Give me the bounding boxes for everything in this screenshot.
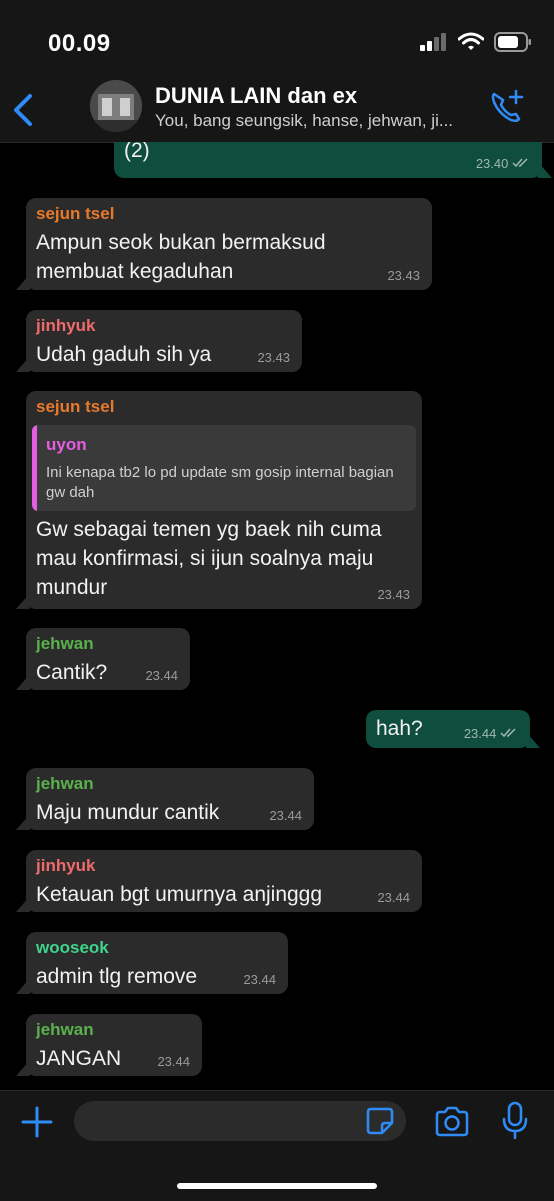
message-incoming[interactable]: jinhyuk Udah gaduh sih ya 23.43 [16, 310, 302, 372]
message-sender: jehwan [36, 774, 94, 793]
message-sender: sejun tsel [36, 204, 115, 223]
message-text: Cantik? [36, 661, 108, 684]
message-incoming[interactable]: jehwan Cantik? 23.44 [16, 628, 190, 690]
bubble-tail [16, 814, 30, 830]
message-incoming[interactable]: jehwan JANGAN 23.44 [16, 1014, 202, 1076]
message-text: Udah gaduh sih ya [36, 343, 212, 366]
back-chevron-icon[interactable] [10, 90, 38, 130]
bubble-tail [16, 674, 30, 690]
plus-icon[interactable] [20, 1105, 54, 1139]
quote-sender: uyon [46, 435, 87, 454]
message-incoming[interactable]: jehwan Maju mundur cantik 23.44 [16, 768, 314, 830]
signal-icon [420, 33, 446, 51]
message-text: JANGAN [36, 1047, 122, 1070]
group-members[interactable]: You, bang seungsik, hanse, jehwan, ji... [155, 111, 480, 131]
message-time: 23.40 [476, 156, 530, 171]
group-photo-icon [90, 80, 142, 132]
message-outgoing[interactable]: (2) 23.40 [114, 142, 552, 178]
quote-bar [32, 425, 37, 511]
bubble-tail [538, 162, 552, 178]
bubble-tail [526, 732, 540, 748]
message-time: 23.43 [257, 350, 290, 365]
message-text: (2) [124, 142, 150, 162]
message-sender: jehwan [36, 1020, 94, 1039]
microphone-icon[interactable] [500, 1101, 530, 1141]
read-checks-icon [512, 158, 528, 168]
group-title[interactable]: DUNIA LAIN dan ex [155, 83, 357, 109]
message-list[interactable]: (2) 23.40 sejun tsel Ampun seok bukan be… [0, 142, 554, 1090]
message-text: hah? [376, 717, 423, 740]
quoted-message[interactable]: uyon Ini kenapa tb2 lo pd update sm gosi… [32, 425, 416, 511]
compose-bar [0, 1090, 554, 1201]
message-sender: jinhyuk [36, 316, 96, 335]
home-indicator [177, 1183, 377, 1189]
message-incoming[interactable]: wooseok admin tlg remove 23.44 [16, 932, 288, 994]
message-text: Ketauan bgt umurnya anjinggg [36, 883, 323, 906]
camera-icon[interactable] [434, 1105, 470, 1139]
message-time: 23.44 [377, 890, 410, 905]
message-text: Ampun seok bukan bermaksud membuat kegad… [36, 231, 326, 283]
bubble-tail [16, 1060, 30, 1076]
message-sender: sejun tsel [36, 397, 115, 416]
status-icons [420, 32, 532, 52]
bubble-tail [16, 978, 30, 994]
message-time: 23.44 [464, 726, 518, 741]
message-text: Gw sebagai temen yg baek nih cuma mau ko… [36, 518, 382, 599]
bubble-tail [16, 593, 30, 609]
sticker-icon[interactable] [366, 1107, 394, 1135]
message-outgoing[interactable]: hah? 23.44 [366, 710, 540, 748]
message-sender: wooseok [36, 938, 109, 957]
status-time: 00.09 [48, 30, 111, 57]
group-avatar[interactable] [90, 80, 142, 132]
message-input[interactable] [74, 1101, 406, 1141]
wifi-icon [458, 32, 484, 50]
message-time: 23.44 [243, 972, 276, 987]
message-incoming[interactable]: sejun tsel uyon Ini kenapa tb2 lo pd upd… [16, 391, 422, 609]
message-time: 23.44 [269, 808, 302, 823]
message-text: admin tlg remove [36, 965, 198, 988]
message-incoming[interactable]: jinhyuk Ketauan bgt umurnya anjinggg 23.… [16, 850, 422, 912]
status-bar: 00.09 [0, 0, 554, 80]
message-time: 23.43 [377, 587, 410, 602]
message-time: 23.44 [145, 668, 178, 683]
message-time: 23.44 [157, 1054, 190, 1069]
read-checks-icon [500, 728, 516, 738]
bubble-tail [16, 896, 30, 912]
message-text: Maju mundur cantik [36, 801, 220, 824]
bubble-tail [16, 274, 30, 290]
add-call-icon[interactable] [488, 88, 526, 126]
bubble-tail [16, 356, 30, 372]
message-incoming[interactable]: sejun tsel Ampun seok bukan bermaksud me… [16, 198, 432, 290]
message-sender: jinhyuk [36, 856, 96, 875]
battery-icon [494, 32, 531, 52]
chat-header: DUNIA LAIN dan ex You, bang seungsik, ha… [0, 80, 554, 143]
message-time: 23.43 [387, 268, 420, 283]
quote-text: Ini kenapa tb2 lo pd update sm gosip int… [46, 464, 394, 501]
message-sender: jehwan [36, 634, 94, 653]
